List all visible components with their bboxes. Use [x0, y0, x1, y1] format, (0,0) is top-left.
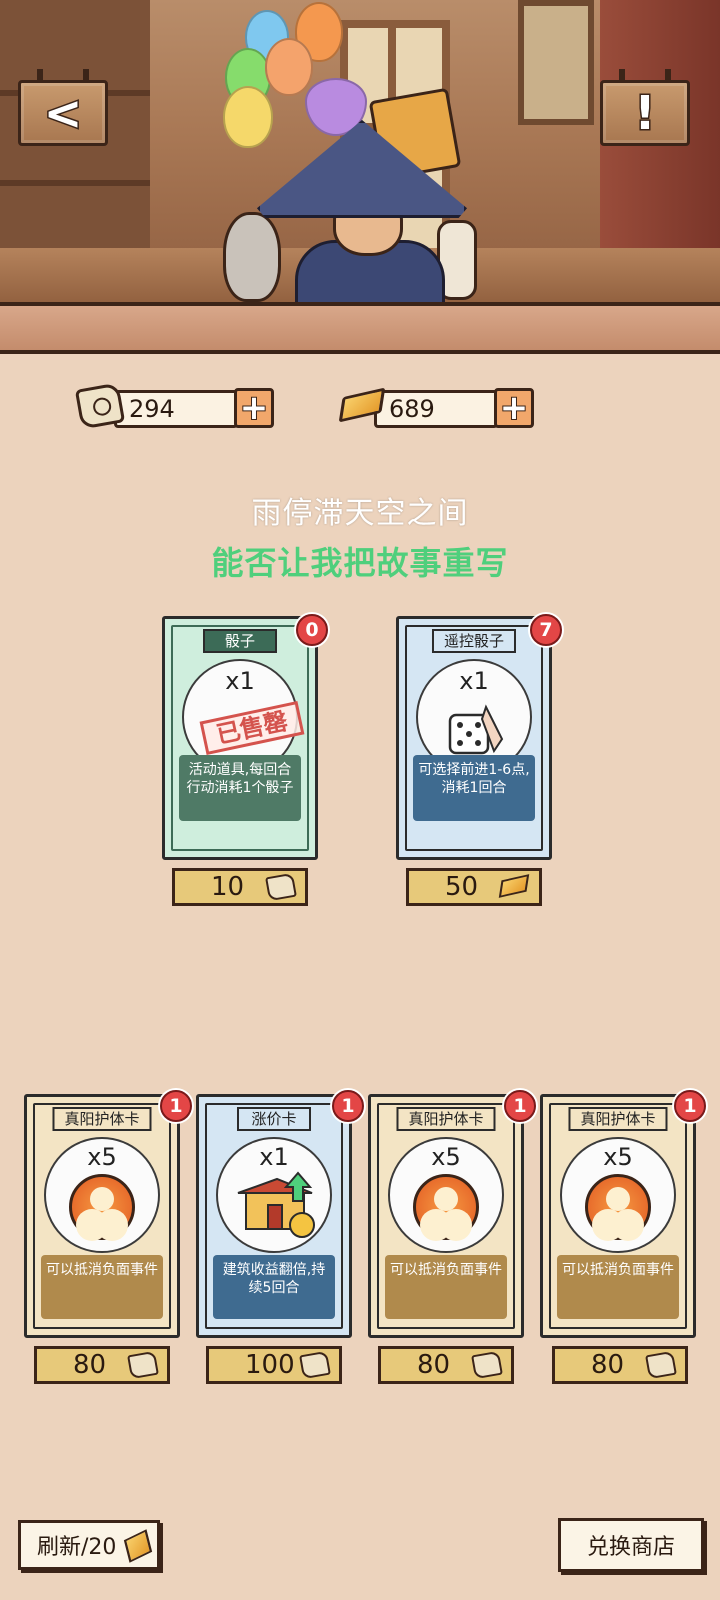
card-title: 涨价卡 [237, 1107, 311, 1131]
scroll-currency-icon [265, 872, 297, 902]
gold-currency-amount: 689 [374, 390, 498, 428]
sun-shield-icon [413, 1174, 479, 1240]
exchange-shop-label: 兑换商店 [586, 1535, 675, 1560]
refresh-button[interactable]: 刷新/20 [18, 1520, 160, 1570]
card-description: 活动道具,每回合行动消耗1个骰子 [179, 755, 301, 821]
card-description: 可选择前进1-6点,消耗1回合 [413, 755, 535, 821]
lyric-line-2: 能否让我把故事重写 [211, 544, 509, 582]
shop-card-protection[interactable]: 真阳护体卡 x5 可以抵消负面事件 [368, 1094, 524, 1338]
price-value: 100 [245, 1350, 295, 1380]
card-quantity: x1 [225, 667, 255, 695]
dice-icon [448, 704, 504, 755]
price-up-medal: x1 [216, 1137, 332, 1253]
merchant-character [215, 0, 485, 308]
card-description: 可以抵消负面事件 [557, 1255, 679, 1319]
card-description: 可以抵消负面事件 [385, 1255, 507, 1319]
card-quantity: x5 [431, 1143, 461, 1171]
shelf-divider [0, 180, 150, 186]
info-button[interactable]: ! [600, 69, 690, 146]
add-scroll-button[interactable]: + [234, 387, 274, 429]
card-quantity: x5 [603, 1143, 633, 1171]
price-tag[interactable]: 80 [34, 1346, 170, 1384]
shop-card-price-up[interactable]: 涨价卡 x1 建筑收益翻倍,持续5回合 [196, 1094, 352, 1338]
price-tag[interactable]: 10 [172, 868, 308, 906]
card-title: 真阳护体卡 [52, 1107, 152, 1131]
balloon-icon [223, 86, 273, 148]
scroll-currency-amount: 294 [114, 390, 238, 428]
gold-bar-icon [123, 1529, 153, 1563]
card-title: 真阳护体卡 [396, 1107, 496, 1131]
refresh-label: 刷新/20 [37, 1535, 117, 1560]
wall-painting [518, 0, 594, 125]
shop-keeper-scene [0, 0, 720, 308]
exchange-shop-button[interactable]: 兑换商店 [558, 1518, 704, 1572]
protection-medal: x5 [560, 1137, 676, 1253]
card-quantity: x5 [87, 1143, 117, 1171]
shop-card-dice[interactable]: 骰子 x1 已售罄 活动道具,每回合行动消耗1个骰子 [162, 616, 318, 860]
shop-card-protection[interactable]: 真阳护体卡 x5 可以抵消负面事件 [540, 1094, 696, 1338]
card-quantity: x1 [459, 667, 489, 695]
shop-card-remote-dice[interactable]: 遥控骰子 x1 可选择前进1-6点,消耗1回合 [396, 616, 552, 860]
stock-badge: 1 [160, 1090, 192, 1122]
sun-shield-icon [69, 1174, 135, 1240]
scroll-currency-icon [645, 1350, 677, 1380]
lyric-line-1: 雨停滞天空之间 [251, 496, 469, 531]
scroll-currency-icon [299, 1350, 331, 1380]
shop-counter [0, 302, 720, 354]
card-title: 遥控骰子 [431, 629, 517, 653]
card-description: 建筑收益翻倍,持续5回合 [213, 1255, 335, 1319]
price-value: 80 [591, 1350, 625, 1380]
chevron-left-icon: < [42, 86, 84, 140]
add-gold-button[interactable]: + [494, 387, 534, 429]
price-value: 80 [73, 1350, 107, 1380]
stock-badge: 0 [296, 614, 328, 646]
protection-medal: x5 [388, 1137, 504, 1253]
stock-badge: 1 [332, 1090, 364, 1122]
sun-shield-icon [585, 1174, 651, 1240]
balloon-icon [265, 38, 313, 96]
price-tag[interactable]: 80 [552, 1346, 688, 1384]
building-coin-icon [237, 1171, 315, 1238]
gold-bar-icon [498, 874, 530, 898]
sold-out-stamp: 已售罄 [199, 700, 305, 756]
stock-badge: 7 [530, 614, 562, 646]
stock-badge: 1 [504, 1090, 536, 1122]
card-title: 真阳护体卡 [568, 1107, 668, 1131]
price-tag[interactable]: 50 [406, 868, 542, 906]
money-sack [223, 212, 281, 302]
price-value: 50 [445, 872, 479, 902]
scroll-currency-icon [74, 382, 126, 430]
price-tag[interactable]: 80 [378, 1346, 514, 1384]
stock-badge: 1 [674, 1090, 706, 1122]
scroll-currency-icon [471, 1350, 503, 1380]
exclamation-icon: ! [633, 86, 657, 140]
price-value: 80 [417, 1350, 451, 1380]
card-title: 骰子 [203, 629, 277, 653]
card-description: 可以抵消负面事件 [41, 1255, 163, 1319]
price-tag[interactable]: 100 [206, 1346, 342, 1384]
shop-card-protection[interactable]: 真阳护体卡 x5 可以抵消负面事件 [24, 1094, 180, 1338]
back-button[interactable]: < [18, 69, 108, 146]
protection-medal: x5 [44, 1137, 160, 1253]
scroll-currency-icon [127, 1350, 159, 1380]
card-quantity: x1 [259, 1143, 289, 1171]
price-value: 10 [211, 872, 245, 902]
